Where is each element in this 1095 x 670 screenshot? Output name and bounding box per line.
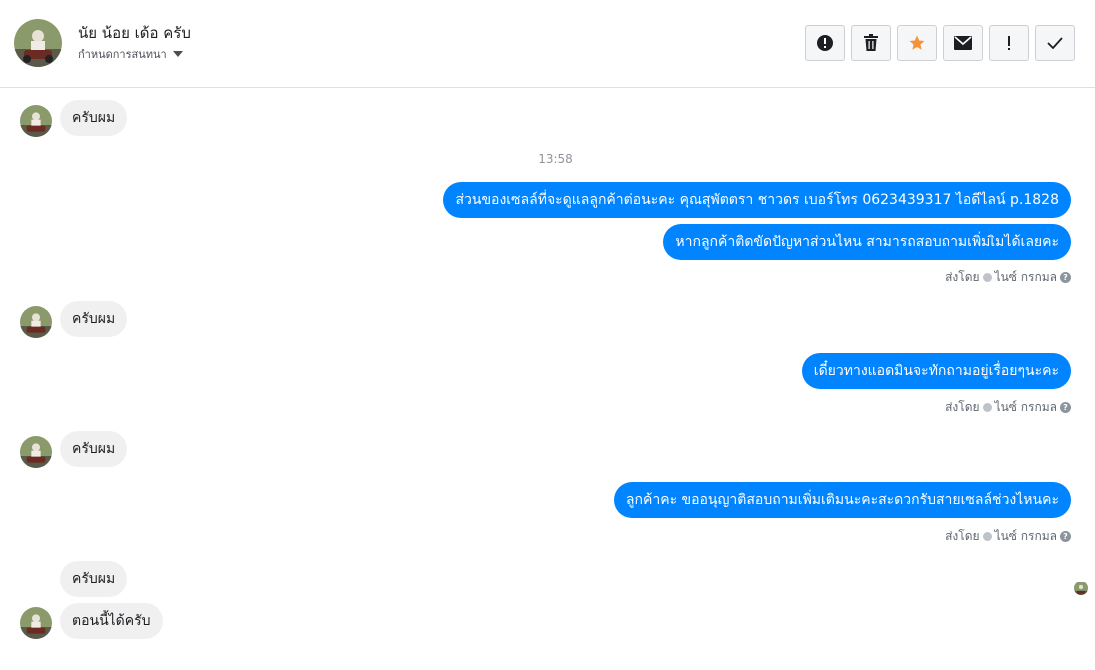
help-icon[interactable]: ? <box>1060 402 1071 413</box>
agent-icon <box>982 273 992 282</box>
sender-name[interactable]: ไนซ์ กรกมล <box>995 268 1057 287</box>
sender-name[interactable]: ไนซ์ กรกมล <box>995 527 1057 546</box>
trash-icon <box>864 34 878 51</box>
message-timestamp: 13:58 <box>538 152 573 166</box>
mark-done-button[interactable] <box>1035 25 1075 61</box>
sender-avatar[interactable] <box>20 105 52 137</box>
outgoing-message: ส่วนของเซลล์ที่จะดูแลลูกค้าต่อนะคะ คุณสุ… <box>443 182 1071 218</box>
sent-by-label: ส่งโดย <box>945 529 980 543</box>
agent-icon <box>982 403 992 412</box>
contact-name: นัย น้อย เด้อ ครับ <box>78 24 191 42</box>
outgoing-message: เดี๋ยวทางแอดมินจะทักถามอยู่เรื่อยๆนะคะ <box>801 353 1071 389</box>
sent-by-label: ส่งโดย <box>945 270 980 284</box>
seen-indicator-avatar <box>1074 581 1088 595</box>
assign-conversation-dropdown[interactable]: กำหนดการสนทนา <box>78 45 183 63</box>
alert-circle-icon <box>817 35 833 51</box>
sender-avatar[interactable] <box>20 607 52 639</box>
sender-name[interactable]: ไนซ์ กรกมล <box>995 398 1057 417</box>
outgoing-message: ลูกค้าคะ ขออนุญาติสอบถามเพิ่มเติมนะคะสะด… <box>613 482 1071 518</box>
help-icon[interactable]: ? <box>1060 531 1071 542</box>
contact-avatar[interactable] <box>14 19 62 67</box>
conversation-toolbar <box>805 25 1075 61</box>
star-icon <box>909 35 925 50</box>
help-icon[interactable]: ? <box>1060 272 1071 283</box>
checkmark-icon <box>1047 37 1063 49</box>
agent-icon <box>982 532 992 541</box>
conversation-header: นัย น้อย เด้อ ครับ กำหนดการสนทนา <box>0 0 1095 88</box>
spam-button[interactable] <box>805 25 845 61</box>
sent-by-info: ส่งโดย ไนซ์ กรกมล ? <box>945 398 1071 417</box>
chevron-down-icon <box>172 51 183 57</box>
sent-by-info: ส่งโดย ไนซ์ กรกมล ? <box>945 527 1071 546</box>
incoming-message: ครับผม <box>60 431 128 467</box>
sent-by-label: ส่งโดย <box>945 400 980 414</box>
mark-unread-button[interactable] <box>943 25 983 61</box>
assign-label: กำหนดการสนทนา <box>78 48 167 61</box>
sender-avatar[interactable] <box>20 436 52 468</box>
sender-avatar[interactable] <box>20 306 52 338</box>
important-button[interactable] <box>989 25 1029 61</box>
incoming-message: ตอนนี้ได้ครับ <box>60 603 163 639</box>
envelope-icon <box>954 36 972 50</box>
exclamation-icon <box>1008 36 1010 50</box>
delete-button[interactable] <box>851 25 891 61</box>
star-button[interactable] <box>897 25 937 61</box>
sent-by-info: ส่งโดย ไนซ์ กรกมล ? <box>945 268 1071 287</box>
incoming-message: ครับผม <box>60 301 128 337</box>
incoming-message: ครับผม <box>60 100 128 136</box>
outgoing-message: หากลูกค้าติดขัดปัญหาส่วนไหน สามารถสอบถาม… <box>663 224 1071 260</box>
incoming-message: ครับผม <box>60 561 128 597</box>
